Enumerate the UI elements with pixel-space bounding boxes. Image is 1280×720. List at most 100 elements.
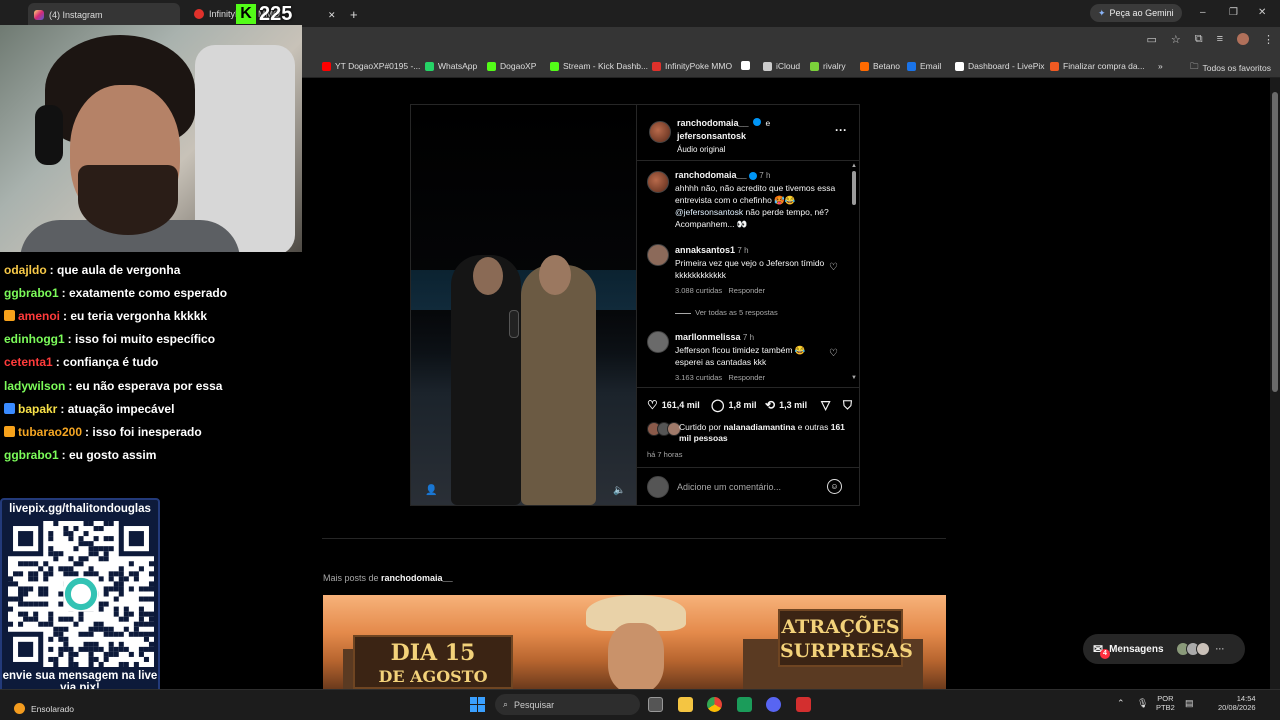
minimize-icon[interactable]: – (1200, 7, 1206, 18)
network-icon[interactable]: ▤ (1185, 699, 1194, 708)
bookmark-item[interactable]: YT DogaoXP#0195 -... (322, 61, 420, 71)
collab-username[interactable]: jefersonsantosk (677, 131, 746, 141)
more-posts-user[interactable]: ranchodomaia__ (381, 573, 453, 583)
bookmark-item[interactable] (741, 61, 754, 70)
post-thumbnail[interactable]: DIA 15 DE AGOSTO ATRAÇÕES SURPRESAS (323, 595, 946, 689)
bookmark-item[interactable]: Stream - Kick Dashb... (550, 61, 648, 71)
qr-module (128, 531, 144, 547)
tray-chevron-icon[interactable]: ⌃ (1117, 699, 1125, 708)
bookmark-item[interactable]: Finalizar compra da... (1050, 61, 1145, 71)
bookmark-label: Email (920, 61, 942, 71)
gemini-button[interactable]: ✦ Peça ao Gemini (1090, 4, 1182, 22)
microphone-icon[interactable]: 🎙 (1137, 699, 1148, 708)
caption-username[interactable]: ranchodomaia__ (675, 170, 747, 180)
maximize-icon[interactable]: ❐ (1229, 7, 1238, 18)
bookmark-item[interactable]: Betano (860, 61, 900, 71)
extensions-icon[interactable]: ⧉ (1195, 33, 1203, 46)
emoji-icon[interactable]: ☺ (827, 479, 842, 494)
comment-likes[interactable]: 3.088 curtidas (675, 286, 722, 295)
discord-icon[interactable] (766, 697, 781, 712)
qr-module (13, 596, 19, 602)
reply-button[interactable]: Responder (728, 286, 765, 295)
page-scrollbar-thumb[interactable] (1272, 92, 1278, 392)
comments-scrollbar[interactable]: ▲ ▼ (851, 163, 857, 385)
volume-icon[interactable]: 🔈 (613, 485, 625, 496)
bookmarks-overflow-icon[interactable]: » (1158, 61, 1163, 71)
taskbar-search[interactable]: ⌕ Pesquisar (495, 694, 640, 715)
post-timestamp[interactable]: há 7 horas (647, 450, 682, 459)
post-sidebar: ranchodomaia__ e jefersonsantosk Áudio o… (636, 105, 860, 505)
clock[interactable]: 14:54 20/08/2026 (1218, 694, 1256, 712)
bookmark-item[interactable]: InfinityPoke MMO (652, 61, 732, 71)
qr-module (38, 601, 44, 607)
chat-message: odajldo: que aula de vergonha (4, 258, 302, 281)
qr-module (63, 531, 69, 537)
comment-likes[interactable]: 3.163 curtidas (675, 373, 722, 382)
bookmark-item[interactable]: iCloud (763, 61, 800, 71)
profile-avatar[interactable] (1237, 33, 1249, 45)
bookmark-item[interactable]: WhatsApp (425, 61, 477, 71)
comment-username[interactable]: annaksantos1 (675, 245, 735, 255)
bookmark-item[interactable]: DogaoXP (487, 61, 536, 71)
app-icon[interactable] (796, 697, 811, 712)
app-icon[interactable] (737, 697, 752, 712)
sparkle-icon: ✦ (1098, 7, 1106, 18)
cast-icon[interactable]: ▭ (1146, 33, 1156, 46)
weather-widget[interactable]: Ensolarado (14, 703, 74, 714)
chat-badge-icon (4, 426, 15, 438)
bookmark-item[interactable]: rivalry (810, 61, 846, 71)
star-icon[interactable]: ☆ (1171, 33, 1181, 46)
qr-module (28, 616, 34, 622)
audio-label[interactable]: Áudio original (677, 145, 725, 154)
reply-button[interactable]: Responder (728, 373, 765, 382)
more-options-icon[interactable]: ··· (835, 123, 847, 137)
qr-module (58, 601, 64, 607)
avatar[interactable] (647, 244, 669, 266)
save-button[interactable]: ⛉ (843, 398, 852, 413)
close-window-icon[interactable]: ✕ (1258, 7, 1266, 18)
comment-button[interactable]: ◯ 1,8 mil (711, 398, 756, 412)
avatar[interactable] (649, 121, 671, 143)
toolbar-icons: ▭ ☆ ⧉ ≡ ⋮ (1146, 33, 1274, 46)
like-comment-icon[interactable]: ♡ (829, 348, 838, 359)
qr-module (88, 641, 94, 647)
task-view-icon[interactable] (648, 697, 663, 712)
add-comment-input[interactable]: Adicione um comentário... (677, 482, 781, 492)
like-button[interactable]: ♡ 161,4 mil (647, 398, 700, 412)
reel-video[interactable]: 👤 🔈 (411, 105, 636, 505)
start-button[interactable] (470, 697, 485, 712)
language-indicator[interactable]: POR PTB2 (1156, 694, 1175, 712)
caption-mention[interactable]: @jefersonsantosk (675, 207, 743, 217)
qr-module (93, 551, 99, 557)
scroll-up-icon[interactable]: ▲ (851, 163, 857, 169)
qr-module (33, 616, 39, 622)
like-comment-icon[interactable]: ♡ (829, 262, 838, 273)
qr-module (138, 621, 144, 627)
comments-scroll-thumb[interactable] (852, 171, 856, 205)
close-tab-icon[interactable]: ✕ (322, 5, 342, 25)
bookmark-item[interactable]: Email (907, 61, 941, 71)
avatar[interactable] (647, 331, 669, 353)
repost-button[interactable]: ⟲ 1,3 mil (765, 398, 807, 412)
bookmark-item[interactable]: Dashboard - LivePix (955, 61, 1045, 71)
messages-button[interactable]: ✉ 4 Mensagens ··· (1083, 634, 1245, 664)
comment-username[interactable]: marllonmelissa (675, 332, 741, 342)
tab-instagram[interactable]: (4) Instagram (28, 3, 180, 27)
avatar[interactable] (647, 171, 669, 193)
tagged-user-icon[interactable]: 👤 (425, 485, 437, 496)
liked-by-avatars (647, 422, 681, 436)
menu-icon[interactable]: ⋮ (1263, 33, 1274, 46)
share-button[interactable]: ▽ (821, 398, 830, 412)
new-tab-button[interactable]: + (344, 4, 364, 24)
author-username[interactable]: ranchodomaia__ (677, 118, 749, 128)
all-bookmarks[interactable]: 🗀 Todos os favoritos (1190, 61, 1271, 75)
liked-by-user[interactable]: nalanadiamantina (723, 422, 795, 432)
file-explorer-icon[interactable] (678, 697, 693, 712)
qr-module (88, 656, 94, 662)
qr-module (133, 576, 139, 582)
bookmark-label: WhatsApp (438, 61, 478, 71)
media-icon[interactable]: ≡ (1217, 33, 1223, 46)
chrome-icon[interactable] (707, 697, 722, 712)
scroll-down-icon[interactable]: ▼ (851, 375, 857, 381)
view-replies[interactable]: Ver todas as 5 respostas (675, 307, 845, 319)
